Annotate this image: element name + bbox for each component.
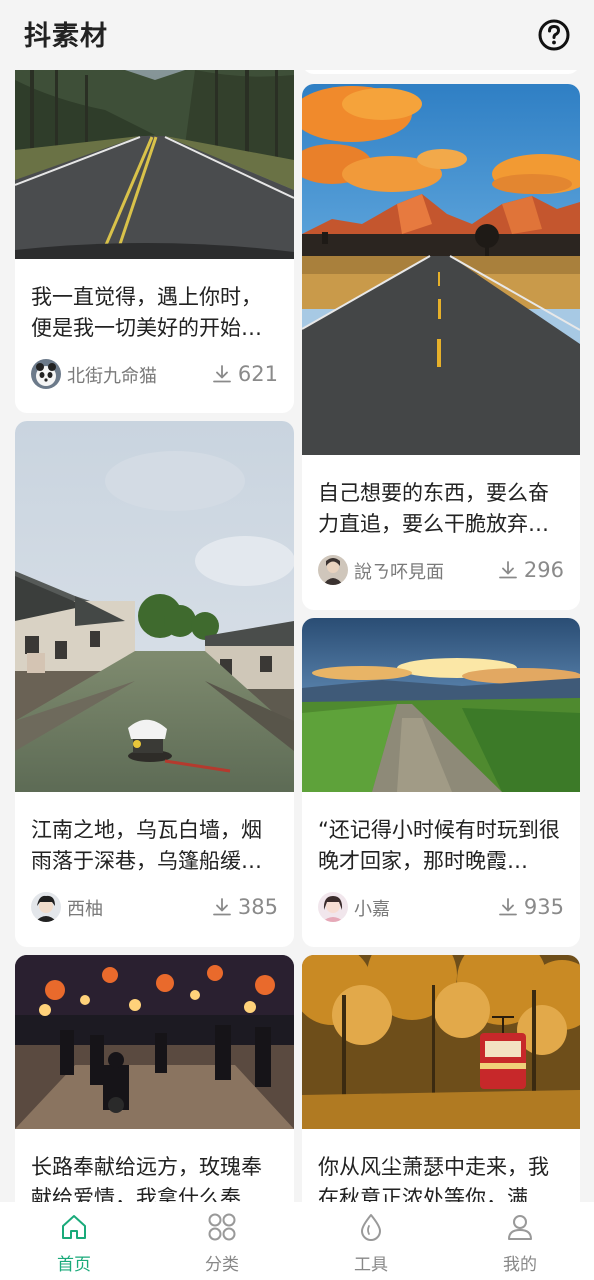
download-count[interactable]: 621 [212,360,278,388]
material-feed[interactable]: 我一直觉得，遇上你时，便是我一切美好的开始… 北街九命猫 621 自己想要的东西… [0,0,594,1202]
card-meta: 小嘉 935 [318,892,564,924]
card-image-night-street [15,955,294,1129]
card-meta: 北街九命猫 621 [31,359,278,391]
tab-mine[interactable]: 我的 [446,1202,594,1280]
tab-home[interactable]: 首页 [0,1202,148,1280]
card-caption: 江南之地，乌瓦白墙，烟雨落于深巷，乌篷船缓… [31,818,262,873]
avatar [31,359,61,389]
download-icon [213,898,231,916]
author-name[interactable]: 說ㄋ吥見面 [354,558,444,584]
app-title: 抖素材 [24,21,108,52]
material-card[interactable]: 江南之地，乌瓦白墙，烟雨落于深巷，乌篷船缓… 西柚 385 [15,421,294,947]
home-icon [62,1215,86,1239]
author-name[interactable]: 北街九命猫 [67,362,157,388]
card-image-mountain-road [302,84,580,455]
card-caption: 长路奉献给远方，玫瑰奉献给爱情，我拿什么奉… [31,1155,262,1202]
download-count-value: 385 [237,895,278,919]
tab-label: 分类 [205,1255,239,1275]
tab-tools[interactable]: 工具 [297,1202,445,1280]
tab-category[interactable]: 分类 [148,1202,296,1280]
bottom-tab-bar: 首页 分类 工具 我的 [0,1202,594,1280]
tab-label: 我的 [503,1255,537,1275]
avatar [318,555,348,585]
card-caption: 你从风尘萧瑟中走来，我在秋意正浓处等你，满… [318,1155,549,1202]
download-icon [213,365,231,383]
card-meta: 西柚 385 [31,892,278,924]
card-image-forest-road [15,40,294,259]
material-card[interactable]: 你从风尘萧瑟中走来，我在秋意正浓处等你，满… [302,955,580,1202]
user-icon [508,1215,532,1240]
material-card[interactable]: 我一直觉得，遇上你时，便是我一切美好的开始… 北街九命猫 621 [15,40,294,413]
drop-icon [361,1214,381,1241]
card-image-water-town [15,421,294,792]
tab-label: 工具 [354,1255,388,1275]
card-meta: 說ㄋ吥見面 296 [318,555,564,587]
download-icon [499,898,517,916]
download-count[interactable]: 935 [498,893,564,921]
card-caption: 我一直觉得，遇上你时，便是我一切美好的开始… [31,285,262,340]
card-caption: 自己想要的东西，要么奋力直追，要么干脆放弃… [318,481,549,536]
material-card[interactable]: “还记得小时候有时玩到很晚才回家，那时晚霞… 小嘉 935 [302,618,580,947]
material-card[interactable]: 长路奉献给远方，玫瑰奉献给爱情，我拿什么奉… [15,955,294,1202]
card-caption: “还记得小时候有时玩到很晚才回家，那时晚霞… [318,818,560,873]
download-icon [499,561,517,579]
app-screen: 我一直觉得，遇上你时，便是我一切美好的开始… 北街九命猫 621 自己想要的东西… [0,0,594,1280]
download-count-value: 296 [523,558,564,582]
download-count[interactable]: 296 [498,556,564,584]
app-header: 抖素材 [0,0,594,70]
avatar [31,892,61,922]
card-image-green-path [302,618,580,792]
author-name[interactable]: 小嘉 [354,895,390,921]
card-image-autumn-tram [302,955,580,1129]
author-name[interactable]: 西柚 [67,895,103,921]
download-count-value: 935 [523,895,564,919]
tab-label: 首页 [57,1255,91,1275]
help-icon[interactable] [537,18,571,52]
grid-icon [208,1213,236,1241]
avatar [318,892,348,922]
download-count-value: 621 [237,362,278,386]
material-card[interactable]: 自己想要的东西，要么奋力直追，要么干脆放弃… 說ㄋ吥見面 296 [302,84,580,610]
download-count[interactable]: 385 [212,893,278,921]
